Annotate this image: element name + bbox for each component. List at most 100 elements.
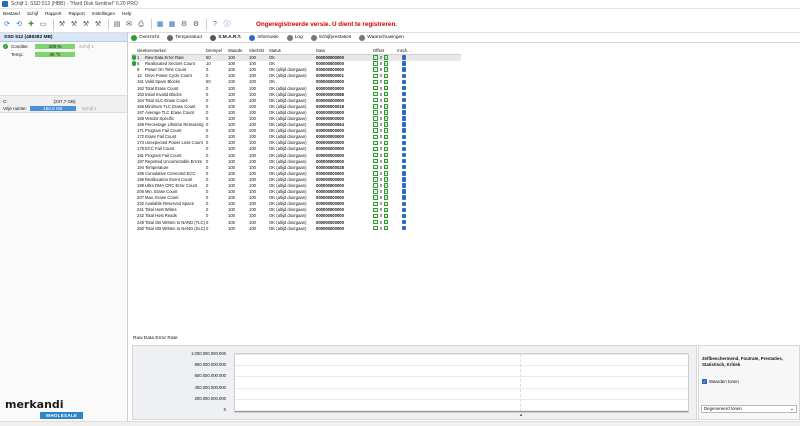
header-name[interactable]: Kenmerken: [145, 48, 206, 53]
offset-increase-button[interactable]: +: [383, 67, 388, 72]
offset-decrease-button[interactable]: −: [373, 158, 378, 164]
offset-increase-button[interactable]: +: [383, 79, 388, 85]
offset-increase-button[interactable]: +: [383, 140, 388, 146]
tab-schijfprestaties[interactable]: Schijfprestaties: [310, 34, 351, 41]
tab-informatie[interactable]: Informatie: [249, 34, 279, 41]
offset-decrease-button[interactable]: −: [373, 213, 378, 219]
enable-checkbox[interactable]: [401, 85, 407, 91]
offset-decrease-button[interactable]: −: [373, 110, 378, 115]
offset-increase-button[interactable]: +: [383, 122, 388, 127]
offset-increase-button[interactable]: +: [383, 201, 388, 207]
disk-title[interactable]: SSD 512 (488382 MB): [0, 33, 127, 42]
enable-checkbox[interactable]: [401, 213, 407, 219]
tool4-icon[interactable]: ⚒: [93, 20, 103, 30]
offset-increase-button[interactable]: +: [383, 97, 388, 103]
offset-decrease-button[interactable]: −: [373, 152, 378, 158]
menu-item-rapport-2[interactable]: Rapport: [68, 11, 84, 16]
enable-checkbox[interactable]: [401, 79, 407, 85]
offset-decrease-button[interactable]: −: [373, 219, 378, 225]
display-mode-select[interactable]: Degenereerd tonen ⌄: [701, 405, 797, 413]
menu-item-schijf[interactable]: Schijf: [27, 11, 38, 16]
offset-decrease-button[interactable]: −: [373, 97, 378, 103]
enable-checkbox[interactable]: [401, 219, 407, 225]
offset-increase-button[interactable]: +: [383, 164, 388, 170]
offset-increase-button[interactable]: +: [383, 152, 388, 158]
offset-decrease-button[interactable]: −: [373, 61, 378, 66]
offset-increase-button[interactable]: +: [383, 61, 388, 66]
offset-decrease-button[interactable]: −: [373, 189, 378, 194]
menu-item-bestand[interactable]: Bestand: [3, 11, 20, 16]
offset-decrease-button[interactable]: −: [373, 67, 378, 72]
offset-decrease-button[interactable]: −: [373, 91, 378, 97]
checkbox-icon[interactable]: ✓: [702, 379, 707, 384]
registration-warning[interactable]: Ongeregistreerde versie. U dient te regi…: [256, 21, 397, 28]
offset-decrease-button[interactable]: −: [373, 104, 378, 109]
refresh-all-icon[interactable]: ⟲: [14, 20, 24, 30]
header-worst[interactable]: Slechtst: [249, 48, 269, 53]
offset-increase-button[interactable]: +: [383, 207, 388, 213]
test-icon[interactable]: ✚: [26, 20, 36, 30]
enable-checkbox[interactable]: [401, 195, 407, 200]
header-id[interactable]: Idee: [137, 48, 145, 53]
tool-icon[interactable]: ⚒: [57, 20, 67, 30]
offset-decrease-button[interactable]: −: [373, 195, 378, 200]
enable-checkbox[interactable]: [401, 67, 407, 72]
enable-checkbox[interactable]: [401, 61, 407, 66]
enable-checkbox[interactable]: [401, 164, 407, 170]
offset-decrease-button[interactable]: −: [373, 73, 378, 79]
tab-log[interactable]: Log: [286, 34, 303, 41]
offset-increase-button[interactable]: +: [383, 55, 388, 60]
enable-checkbox[interactable]: [401, 189, 407, 194]
enable-checkbox[interactable]: [401, 171, 407, 176]
enable-checkbox[interactable]: [401, 104, 407, 109]
offset-increase-button[interactable]: +: [383, 219, 388, 225]
enable-checkbox[interactable]: [401, 177, 407, 182]
tool2-icon[interactable]: ⚒: [69, 20, 79, 30]
offset-increase-button[interactable]: +: [383, 177, 388, 182]
info-icon[interactable]: ⓘ: [222, 20, 232, 30]
table-row[interactable]: 250 Total GB Written to NAND (SLC) 0 100 100…: [131, 225, 461, 231]
header-threshold[interactable]: Drempel: [206, 48, 228, 53]
enable-checkbox[interactable]: [401, 116, 407, 121]
menu-item-help[interactable]: Help: [122, 11, 131, 16]
offset-decrease-button[interactable]: −: [373, 225, 378, 231]
offset-increase-button[interactable]: +: [383, 104, 388, 109]
partition-info[interactable]: C: (237,7 GB) Vrije ruimte: 160,5 GB Sch…: [0, 95, 127, 113]
header-value[interactable]: Waarde: [228, 48, 249, 53]
enable-checkbox[interactable]: [401, 55, 407, 60]
header-status[interactable]: Status: [269, 48, 316, 53]
save-icon[interactable]: ▤: [112, 20, 122, 30]
refresh-icon[interactable]: ⟳: [2, 20, 12, 30]
tab-waarschuwingen[interactable]: Waarschuwingen: [359, 34, 404, 41]
settings-icon[interactable]: ⚙: [179, 20, 189, 30]
offset-decrease-button[interactable]: −: [373, 177, 378, 182]
menu-item-instellingen[interactable]: Instellingen: [92, 11, 115, 16]
enable-checkbox[interactable]: [401, 128, 407, 133]
menu-item-rapport[interactable]: Rapport: [45, 11, 61, 16]
send-icon[interactable]: ✉: [124, 20, 134, 30]
offset-decrease-button[interactable]: −: [373, 79, 378, 85]
enable-checkbox[interactable]: [401, 146, 407, 152]
offset-increase-button[interactable]: +: [383, 128, 388, 133]
enable-checkbox[interactable]: [401, 158, 407, 164]
offset-decrease-button[interactable]: −: [373, 171, 378, 176]
offset-decrease-button[interactable]: −: [373, 55, 378, 60]
show-values-checkbox[interactable]: ✓ Waarden tonen: [702, 379, 739, 384]
enable-checkbox[interactable]: [401, 225, 407, 231]
report-icon[interactable]: ▦: [167, 20, 177, 30]
offset-decrease-button[interactable]: −: [373, 164, 378, 170]
enable-checkbox[interactable]: [401, 152, 407, 158]
tab-s-m-a-r-t[interactable]: S.M.A.R.T.: [210, 34, 241, 41]
header-data[interactable]: Data: [316, 48, 373, 53]
offset-decrease-button[interactable]: −: [373, 140, 378, 146]
offset-increase-button[interactable]: +: [383, 189, 388, 194]
offset-decrease-button[interactable]: −: [373, 134, 378, 140]
offset-increase-button[interactable]: +: [383, 116, 388, 121]
document-icon[interactable]: ▦: [155, 20, 165, 30]
enable-checkbox[interactable]: [401, 91, 407, 97]
offset-increase-button[interactable]: +: [383, 91, 388, 97]
offset-decrease-button[interactable]: −: [373, 183, 378, 188]
offset-decrease-button[interactable]: −: [373, 85, 378, 91]
offset-increase-button[interactable]: +: [383, 183, 388, 188]
disk-icon[interactable]: ▭: [38, 20, 48, 30]
